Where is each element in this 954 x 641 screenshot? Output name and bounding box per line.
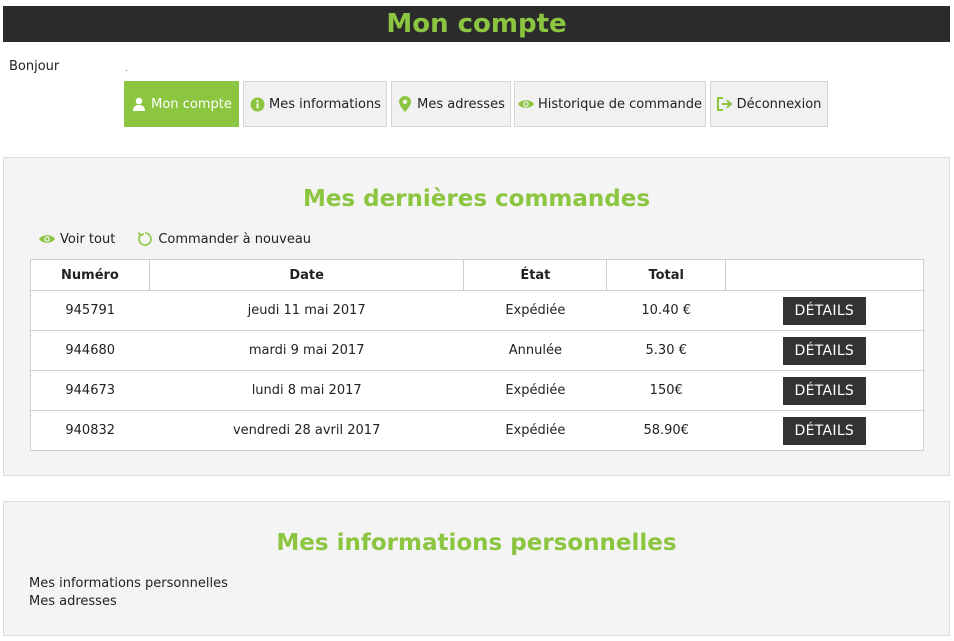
order-state: Expédiée (463, 290, 607, 331)
personal-info-panel: Mes informations personnelles Mes inform… (3, 501, 950, 636)
nav-label: Historique de commande (537, 96, 703, 112)
orders-title: Mes dernières commandes (302, 186, 651, 212)
details-button[interactable]: DÉTAILS (782, 376, 867, 405)
table-header-row: Numéro Date État Total (30, 259, 924, 291)
order-number: 944673 (30, 370, 150, 411)
greeting-dot: . (125, 64, 128, 73)
eye-icon (517, 96, 534, 112)
nav-mes-adresses[interactable]: Mes adresses (391, 81, 511, 127)
refresh-icon (137, 231, 153, 247)
personal-info-title: Mes informations personnelles (276, 530, 677, 556)
nav-label: Déconnexion (736, 96, 822, 112)
order-total: 10.40 € (606, 290, 726, 331)
details-button[interactable]: DÉTAILS (782, 416, 867, 445)
order-date: jeudi 11 mai 2017 (149, 290, 464, 331)
order-number: 945791 (30, 290, 150, 331)
nav-label: Mon compte (151, 96, 232, 112)
order-action-cell: DÉTAILS (725, 410, 924, 451)
nav-label: Mes adresses (417, 96, 505, 112)
page-title: Mon compte (386, 9, 567, 39)
nav-deconnexion[interactable]: Déconnexion (710, 81, 828, 127)
addresses-link[interactable]: Mes adresses (29, 593, 228, 611)
reorder-label: Commander à nouveau (158, 231, 312, 247)
reorder-link[interactable]: Commander à nouveau (137, 231, 311, 247)
details-button[interactable]: DÉTAILS (782, 336, 867, 365)
order-number: 940832 (30, 410, 150, 451)
order-date: mardi 9 mai 2017 (149, 330, 464, 371)
order-action-cell: DÉTAILS (725, 330, 924, 371)
orders-panel: Mes dernières commandes Voir tout Comman… (3, 157, 950, 476)
column-header-date: Date (148, 259, 465, 291)
personal-info-links: Mes informations personnelles Mes adress… (29, 575, 228, 611)
nav-mon-compte[interactable]: Mon compte (124, 81, 239, 127)
nav-label: Mes informations (269, 96, 381, 112)
order-total: 58.90€ (606, 410, 726, 451)
nav-historique-commande[interactable]: Historique de commande (514, 81, 706, 127)
view-all-label: Voir tout (60, 231, 116, 247)
personal-info-link[interactable]: Mes informations personnelles (29, 575, 228, 593)
orders-actions: Voir tout Commander à nouveau (39, 231, 333, 247)
column-header-action (725, 259, 924, 291)
user-icon (131, 96, 147, 112)
table-row: 944680 mardi 9 mai 2017 Annulée 5.30 € D… (30, 330, 924, 371)
page-header: Mon compte (3, 6, 950, 42)
orders-table: Numéro Date État Total 945791 jeudi 11 m… (30, 259, 924, 451)
logout-icon (716, 96, 733, 112)
order-total: 5.30 € (606, 330, 726, 371)
order-total: 150€ (606, 370, 726, 411)
order-action-cell: DÉTAILS (725, 290, 924, 331)
greeting-text: Bonjour (9, 59, 60, 74)
eye-icon (39, 233, 55, 245)
table-row: 944673 lundi 8 mai 2017 Expédiée 150€ DÉ… (30, 370, 924, 411)
order-state: Annulée (463, 330, 607, 371)
order-action-cell: DÉTAILS (725, 370, 924, 411)
column-header-total: Total (606, 259, 727, 291)
table-row: 945791 jeudi 11 mai 2017 Expédiée 10.40 … (30, 290, 924, 331)
map-pin-icon (397, 96, 413, 112)
column-header-etat: État (463, 259, 608, 291)
order-date: vendredi 28 avril 2017 (149, 410, 464, 451)
view-all-link[interactable]: Voir tout (39, 232, 115, 247)
nav-mes-informations[interactable]: Mes informations (243, 81, 387, 127)
details-button[interactable]: DÉTAILS (782, 296, 867, 325)
table-row: 940832 vendredi 28 avril 2017 Expédiée 5… (30, 410, 924, 451)
order-date: lundi 8 mai 2017 (149, 370, 464, 411)
column-header-numero: Numéro (30, 259, 150, 291)
order-state: Expédiée (463, 370, 607, 411)
info-icon (249, 96, 265, 112)
order-number: 944680 (30, 330, 150, 371)
order-state: Expédiée (463, 410, 607, 451)
